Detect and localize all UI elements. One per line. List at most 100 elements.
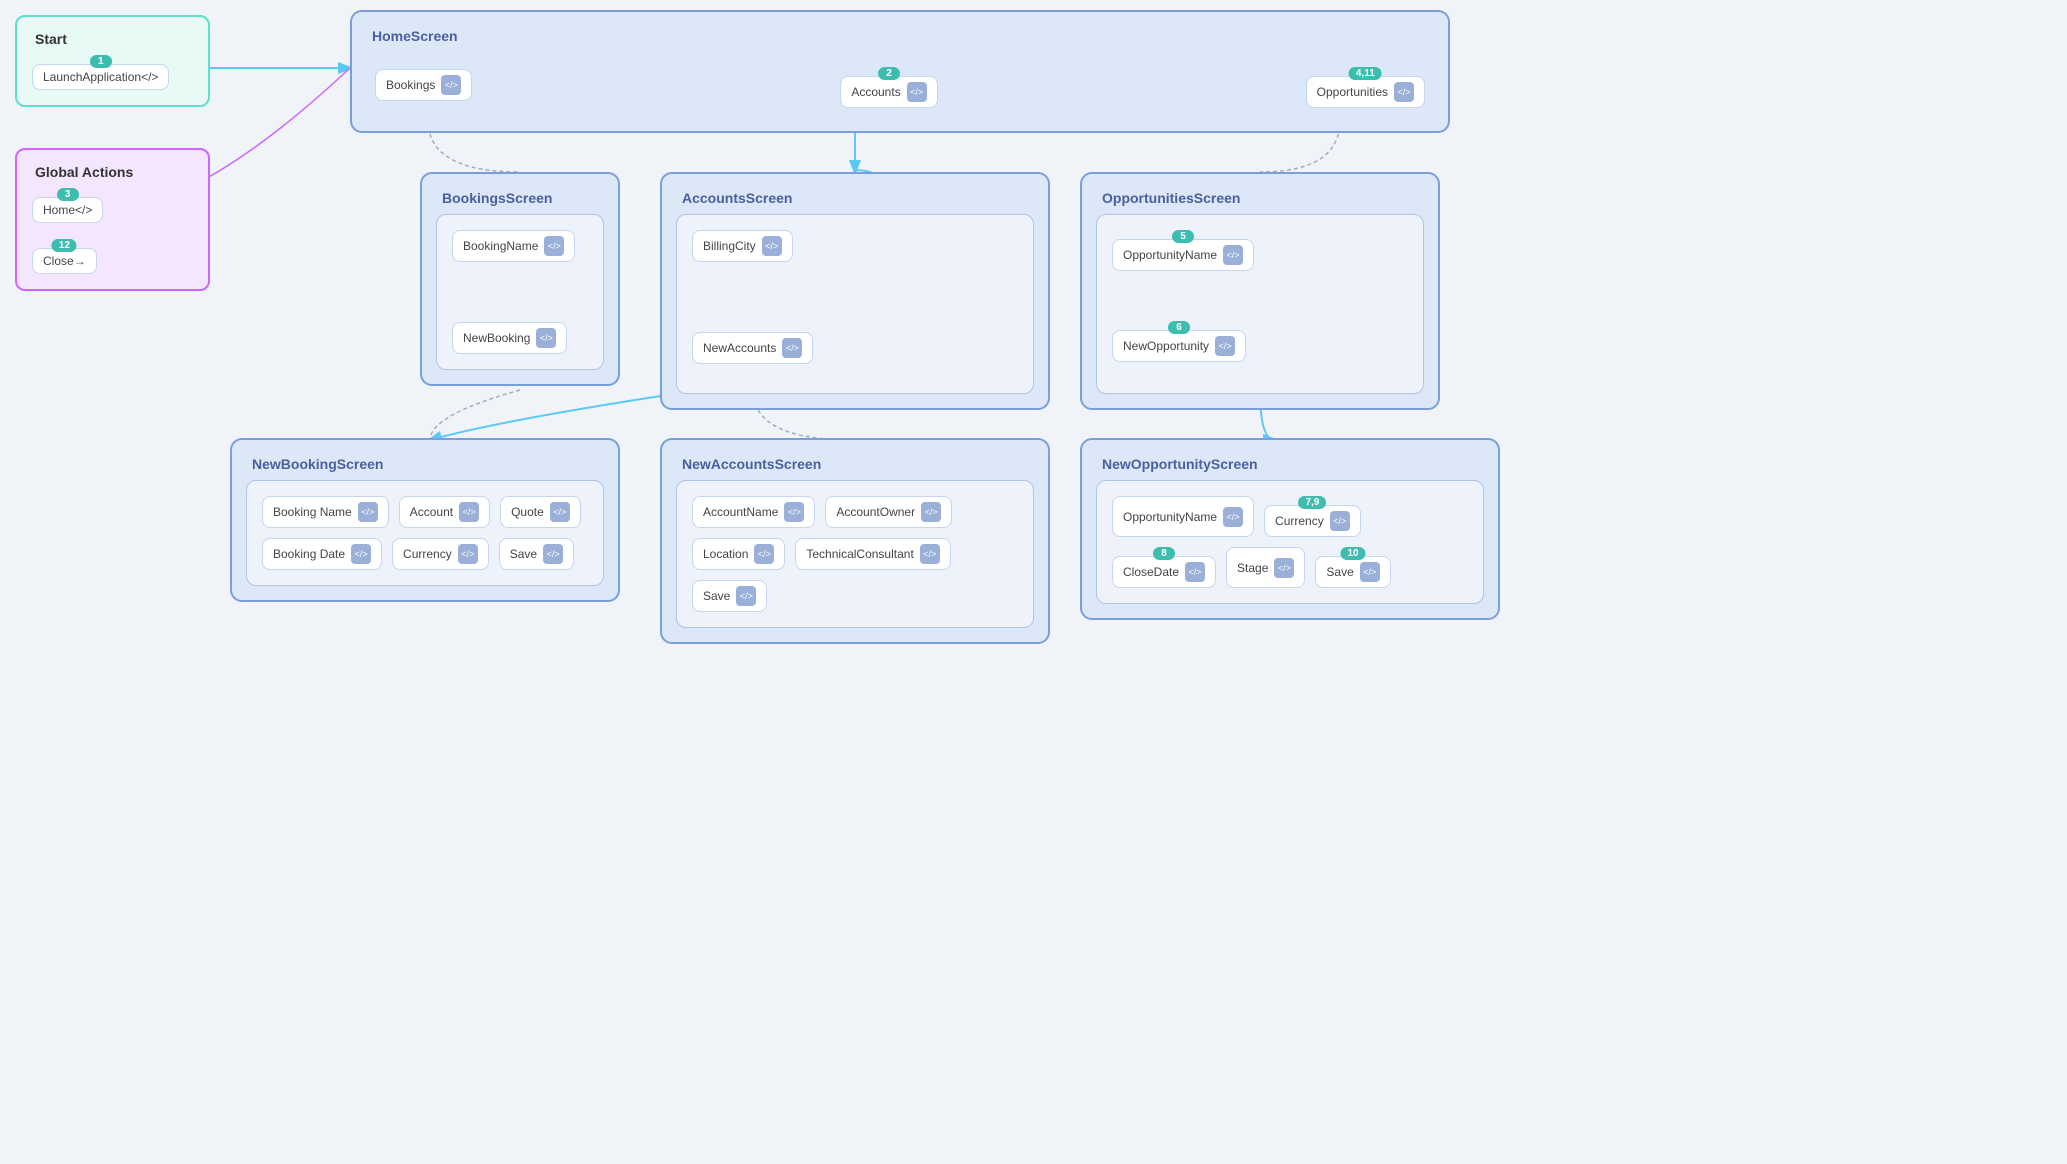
accounts-badge: 2 [878, 67, 900, 80]
close-date-icon[interactable]: </> [1185, 562, 1205, 582]
booking-date-field-icon[interactable]: </> [351, 544, 371, 564]
account-field-label: Account [410, 505, 453, 519]
billing-city-label: BillingCity [703, 239, 756, 253]
bookings-screen-node: BookingsScreen BookingName </> NewBookin… [420, 172, 620, 386]
currency-field-label: Currency [403, 547, 452, 561]
booking-name-label: BookingName [463, 239, 538, 253]
booking-name-code-icon[interactable]: </> [544, 236, 564, 256]
start-node: Start 1 LaunchApplication </> [15, 15, 210, 107]
location-field-label: Location [703, 547, 748, 561]
billing-city-item[interactable]: BillingCity </> [692, 230, 793, 262]
home-code-icon[interactable]: </> [75, 203, 92, 217]
new-booking-item[interactable]: NewBooking </> [452, 322, 567, 354]
account-name-field-label: AccountName [703, 505, 778, 519]
launch-code-icon[interactable]: </> [141, 70, 158, 84]
save-booking-icon[interactable]: </> [543, 544, 563, 564]
opportunities-label: Opportunities [1317, 85, 1388, 99]
currency-field-icon[interactable]: </> [458, 544, 478, 564]
save-accounts-label: Save [703, 589, 730, 603]
booking-date-field[interactable]: Booking Date </> [262, 538, 382, 570]
booking-date-field-label: Booking Date [273, 547, 345, 561]
new-opportunity-item[interactable]: 6 NewOpportunity </> [1112, 330, 1246, 362]
global-actions-node: Global Actions 3 Home </> 12 Close → [15, 148, 210, 291]
new-booking-screen-title: NewBookingScreen [242, 450, 608, 476]
new-accounts-code-icon[interactable]: </> [782, 338, 802, 358]
opportunities-screen-node: OpportunitiesScreen 5 OpportunityName </… [1080, 172, 1440, 410]
bookings-screen-title: BookingsScreen [432, 184, 608, 210]
save-accounts-field[interactable]: Save </> [692, 580, 767, 612]
opportunities-code-icon[interactable]: </> [1394, 82, 1414, 102]
booking-name-field[interactable]: Booking Name </> [262, 496, 389, 528]
new-opp-currency-label: Currency [1275, 514, 1324, 528]
save-opp-icon[interactable]: </> [1360, 562, 1380, 582]
booking-name-field-label: Booking Name [273, 505, 352, 519]
close-date-label: CloseDate [1123, 565, 1179, 579]
new-booking-code-icon[interactable]: </> [536, 328, 556, 348]
location-field-icon[interactable]: </> [754, 544, 774, 564]
quote-field-label: Quote [511, 505, 544, 519]
save-opp-badge: 10 [1341, 547, 1366, 560]
new-accounts-item[interactable]: NewAccounts </> [692, 332, 813, 364]
new-opp-currency-icon[interactable]: </> [1330, 511, 1350, 531]
stage-icon[interactable]: </> [1274, 558, 1294, 578]
launch-label: LaunchApplication [43, 70, 141, 84]
new-booking-label: NewBooking [463, 331, 530, 345]
home-screen-node: HomeScreen Bookings </> 2 Accounts </> 4… [350, 10, 1450, 133]
opp-name-field-label: OpportunityName [1123, 510, 1217, 524]
new-opp-code-icon[interactable]: </> [1215, 336, 1235, 356]
close-badge: 12 [52, 239, 77, 252]
opp-name-field-icon[interactable]: </> [1223, 507, 1243, 527]
account-field-icon[interactable]: </> [459, 502, 479, 522]
accounts-code-icon[interactable]: </> [907, 82, 927, 102]
home-bookings-item[interactable]: Bookings </> [375, 69, 472, 101]
accounts-label: Accounts [851, 85, 900, 99]
account-owner-field-icon[interactable]: </> [921, 502, 941, 522]
currency-badge: 7,9 [1298, 496, 1326, 509]
accounts-screen-node: AccountsScreen BillingCity </> NewAccoun… [660, 172, 1050, 410]
currency-field[interactable]: Currency </> [392, 538, 489, 570]
account-field[interactable]: Account </> [399, 496, 490, 528]
home-label: Home [43, 203, 75, 217]
global-title: Global Actions [27, 160, 198, 184]
account-name-field[interactable]: AccountName </> [692, 496, 815, 528]
save-booking-label: Save [510, 547, 537, 561]
start-badge: 1 [90, 55, 112, 68]
bookings-label: Bookings [386, 78, 435, 92]
start-title: Start [27, 27, 198, 51]
close-arrow-icon[interactable]: → [74, 254, 86, 268]
opportunities-screen-title: OpportunitiesScreen [1092, 184, 1428, 210]
stage-field[interactable]: Stage </> [1226, 547, 1305, 588]
save-opp-field[interactable]: 10 Save </> [1315, 556, 1390, 588]
save-booking-field[interactable]: Save </> [499, 538, 574, 570]
technical-consultant-icon[interactable]: </> [920, 544, 940, 564]
account-name-field-icon[interactable]: </> [784, 502, 804, 522]
account-owner-field[interactable]: AccountOwner </> [825, 496, 952, 528]
opportunity-name-item[interactable]: 5 OpportunityName </> [1112, 239, 1254, 271]
save-opp-label: Save [1326, 565, 1353, 579]
account-owner-field-label: AccountOwner [836, 505, 915, 519]
accounts-screen-title: AccountsScreen [672, 184, 1038, 210]
opp-name-code-icon[interactable]: </> [1223, 245, 1243, 265]
opp-name-badge: 5 [1172, 230, 1194, 243]
home-accounts-item[interactable]: 2 Accounts </> [840, 76, 937, 108]
booking-name-field-icon[interactable]: </> [358, 502, 378, 522]
close-label: Close [43, 254, 74, 268]
technical-consultant-field[interactable]: TechnicalConsultant </> [795, 538, 950, 570]
opportunities-badge: 4,11 [1349, 67, 1382, 80]
billing-city-code-icon[interactable]: </> [762, 236, 782, 256]
save-accounts-icon[interactable]: </> [736, 586, 756, 606]
location-field[interactable]: Location </> [692, 538, 785, 570]
booking-name-item[interactable]: BookingName </> [452, 230, 575, 262]
opportunity-name-label: OpportunityName [1123, 248, 1217, 262]
opp-name-field[interactable]: OpportunityName </> [1112, 496, 1254, 537]
home-badge: 3 [57, 188, 79, 201]
close-date-badge: 8 [1153, 547, 1175, 560]
bookings-code-icon[interactable]: </> [441, 75, 461, 95]
new-opp-currency-field[interactable]: 7,9 Currency </> [1264, 505, 1361, 537]
quote-field-icon[interactable]: </> [550, 502, 570, 522]
close-date-field[interactable]: 8 CloseDate </> [1112, 556, 1216, 588]
quote-field[interactable]: Quote </> [500, 496, 581, 528]
new-accounts-screen-node: NewAccountsScreen AccountName </> Accoun… [660, 438, 1050, 644]
new-accounts-label: NewAccounts [703, 341, 776, 355]
home-opportunities-item[interactable]: 4,11 Opportunities </> [1306, 76, 1425, 108]
